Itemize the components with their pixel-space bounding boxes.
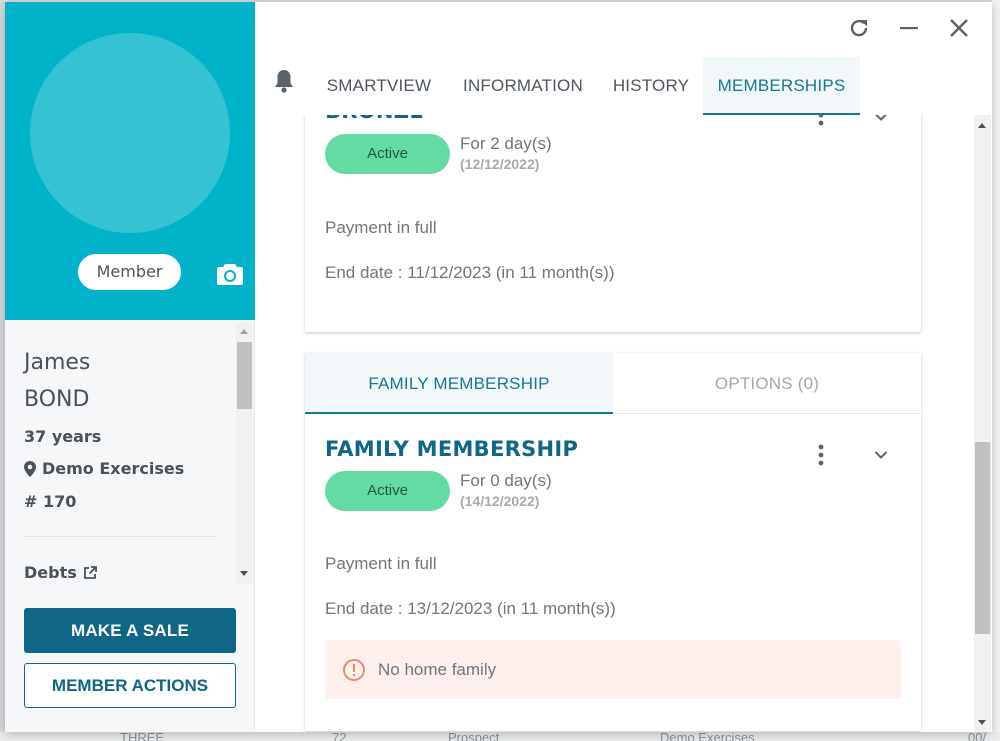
chevron-down-icon[interactable] (874, 115, 888, 122)
chevron-down-icon[interactable] (874, 450, 888, 460)
tab-memberships[interactable]: MEMBERSHIPS (703, 57, 860, 115)
last-name: BOND (24, 387, 90, 412)
background-table-row: THREE 72 Prospect Demo Exercises 00/ (0, 730, 1000, 741)
member-profile-modal: Member James BOND 37 years Demo Exercise… (5, 2, 992, 732)
divider (24, 536, 216, 537)
scroll-thumb[interactable] (975, 442, 990, 634)
warning-alert: No home family (325, 640, 901, 699)
payment-type: Payment in full (325, 218, 437, 237)
background-cell: Prospect (448, 730, 500, 741)
membership-card: BRONZE Active For 2 day(s) (12/12/2022) … (305, 115, 921, 332)
scroll-up-arrow[interactable] (978, 123, 986, 128)
start-date: (14/12/2022) (460, 493, 540, 509)
debts-link[interactable]: Debts (24, 563, 97, 582)
profile-sidebar: Member James BOND 37 years Demo Exercise… (5, 2, 255, 732)
content-scrollbar[interactable] (974, 115, 991, 732)
make-a-sale-button[interactable]: MAKE A SALE (24, 608, 236, 653)
background-cell: Demo Exercises (660, 730, 755, 741)
background-cell: 00/ (968, 730, 987, 741)
member-actions-button[interactable]: MEMBER ACTIONS (24, 663, 236, 708)
subtab-family-membership[interactable]: FAMILY MEMBERSHIP (305, 353, 613, 414)
alert-message: No home family (378, 659, 497, 679)
club-location: Demo Exercises (24, 459, 184, 478)
tab-information[interactable]: INFORMATION (451, 57, 595, 115)
background-cell: 72 (332, 730, 347, 741)
start-date: (12/12/2022) (460, 156, 540, 172)
tab-history[interactable]: HISTORY (603, 57, 699, 115)
more-vertical-icon[interactable] (818, 115, 824, 126)
payment-type: Payment in full (325, 554, 437, 573)
external-link-icon (83, 565, 97, 579)
membership-card: FAMILY MEMBERSHIP OPTIONS (0) FAMILY MEM… (305, 353, 921, 731)
end-date: End date : 11/12/2023 (in 11 month(s)) (325, 263, 615, 282)
first-name: James (24, 350, 91, 375)
memberships-content: BRONZE Active For 2 day(s) (12/12/2022) … (257, 115, 974, 732)
debts-label: Debts (24, 563, 77, 582)
role-badge: Member (78, 254, 181, 290)
location-pin-icon (24, 460, 36, 477)
club-name: Demo Exercises (42, 459, 185, 478)
minimize-icon[interactable] (897, 16, 921, 40)
camera-icon[interactable] (216, 262, 244, 286)
duration: For 0 day(s) (460, 471, 552, 490)
more-vertical-icon[interactable] (818, 444, 824, 466)
close-icon[interactable] (947, 16, 971, 40)
avatar[interactable] (30, 33, 230, 233)
status-badge: Active (325, 471, 450, 511)
age: 37 years (24, 427, 102, 446)
membership-title: BRONZE (325, 115, 424, 123)
scroll-up-arrow[interactable] (240, 329, 248, 334)
end-date: End date : 13/12/2023 (in 11 month(s)) (325, 599, 616, 618)
scroll-thumb[interactable] (237, 342, 252, 409)
refresh-icon[interactable] (847, 16, 871, 40)
member-number: # 170 (24, 492, 77, 511)
warning-circle-icon (343, 658, 365, 681)
sidebar-scrollbar[interactable] (236, 322, 253, 584)
duration: For 2 day(s) (460, 134, 552, 153)
membership-title: FAMILY MEMBERSHIP (325, 437, 579, 461)
scroll-down-arrow[interactable] (978, 720, 986, 725)
background-cell: THREE (120, 730, 165, 741)
scroll-down-arrow[interactable] (240, 571, 248, 576)
membership-subtabs: FAMILY MEMBERSHIP OPTIONS (0) (305, 353, 921, 414)
status-badge: Active (325, 134, 450, 174)
subtab-options[interactable]: OPTIONS (0) (613, 353, 921, 414)
background-app-edge (992, 0, 1000, 741)
profile-hero: Member (5, 2, 255, 320)
tab-smartview[interactable]: SMARTVIEW (320, 57, 438, 115)
bell-icon[interactable] (272, 68, 296, 94)
profile-info: James BOND 37 years Demo Exercises # 170… (5, 320, 235, 582)
